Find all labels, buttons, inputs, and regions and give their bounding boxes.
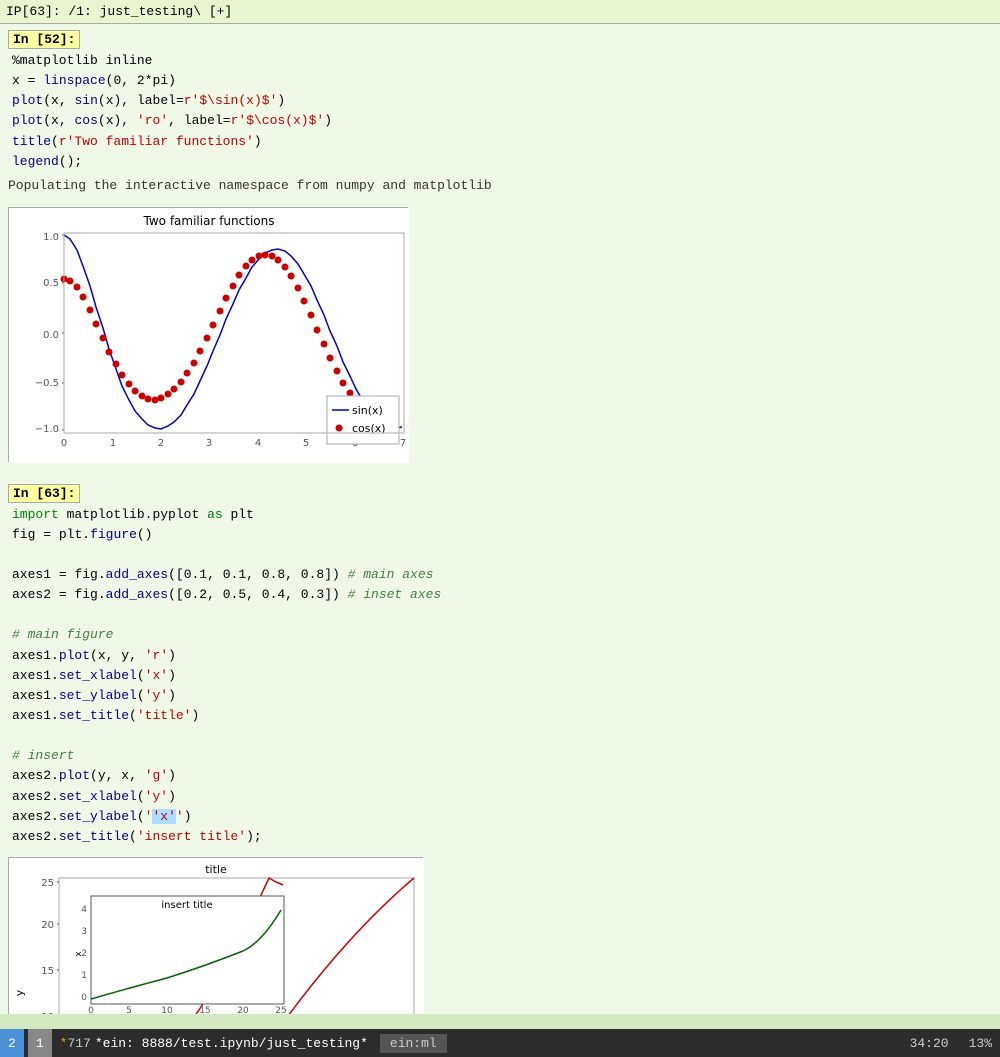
svg-text:10: 10 <box>41 1012 54 1014</box>
svg-text:−1.0: −1.0 <box>35 424 59 435</box>
svg-text:insert title: insert title <box>161 900 212 911</box>
svg-text:25: 25 <box>41 878 54 889</box>
plot-1: Two familiar functions 0.0 0.5 −0.5 1.0 <box>8 207 408 462</box>
svg-text:5: 5 <box>126 1006 132 1014</box>
code-line <box>12 605 992 625</box>
code-line: axes1.set_ylabel('y') <box>12 686 992 706</box>
cell-52-code[interactable]: %matplotlib inline x = linspace(0, 2*pi)… <box>0 49 1000 174</box>
svg-text:1.0: 1.0 <box>43 232 59 243</box>
code-line: # insert <box>12 746 992 766</box>
cell-52-output: Populating the interactive namespace fro… <box>0 174 1000 199</box>
svg-text:0.0: 0.0 <box>43 330 59 341</box>
code-line: axes2 = fig.add_axes([0.2, 0.5, 0.4, 0.3… <box>12 585 992 605</box>
svg-text:15: 15 <box>41 966 54 977</box>
code-line: axes1.plot(x, y, 'r') <box>12 646 992 666</box>
status-kernel: ein:ml <box>380 1034 447 1053</box>
svg-text:15: 15 <box>199 1006 210 1014</box>
code-line <box>12 545 992 565</box>
notebook: In [52]: %matplotlib inline x = linspace… <box>0 24 1000 1014</box>
svg-text:Two familiar functions: Two familiar functions <box>143 214 275 228</box>
code-line: title(r'Two familiar functions') <box>12 132 992 152</box>
status-filename: *ein: 8888/test.ipynb/just_testing* <box>95 1036 368 1051</box>
svg-text:3: 3 <box>81 927 87 937</box>
svg-text:2: 2 <box>158 438 164 449</box>
title-text: IP[63]: /1: just_testing\ [+] <box>6 4 232 19</box>
svg-text:1: 1 <box>81 971 87 981</box>
code-line: axes1 = fig.add_axes([0.1, 0.1, 0.8, 0.8… <box>12 565 992 585</box>
plot-2: title 0 5 10 15 20 25 0 <box>8 857 423 1014</box>
status-cell-num1: 2 <box>0 1029 24 1057</box>
svg-text:7: 7 <box>400 438 406 449</box>
svg-text:−0.5: −0.5 <box>35 378 59 389</box>
code-line: axes2.set_xlabel('y') <box>12 787 992 807</box>
svg-text:20: 20 <box>41 920 54 931</box>
svg-text:y: y <box>13 989 26 996</box>
svg-text:5: 5 <box>303 438 309 449</box>
code-line: plot(x, sin(x), label=r'$\sin(x)$') <box>12 91 992 111</box>
code-line <box>12 726 992 746</box>
title-bar: IP[63]: /1: just_testing\ [+] <box>0 0 1000 24</box>
code-line: %matplotlib inline <box>12 51 992 71</box>
code-line: plot(x, cos(x), 'ro', label=r'$\cos(x)$'… <box>12 111 992 131</box>
cell-63-label: In [63]: <box>8 484 80 503</box>
svg-text:20: 20 <box>237 1006 249 1014</box>
svg-text:1: 1 <box>110 438 116 449</box>
code-line: axes2.set_ylabel(''x'') <box>12 807 992 827</box>
plot-2-svg: title 0 5 10 15 20 25 0 <box>9 858 424 1014</box>
code-line: axes2.plot(y, x, 'g') <box>12 766 992 786</box>
code-line: # main figure <box>12 625 992 645</box>
status-line-count: 717 <box>67 1036 90 1051</box>
svg-text:sin(x): sin(x) <box>352 404 383 417</box>
svg-text:3: 3 <box>206 438 212 449</box>
code-line: axes1.set_title('title') <box>12 706 992 726</box>
cell-52: In [52]: %matplotlib inline x = linspace… <box>0 24 1000 472</box>
cell-63: In [63]: import matplotlib.pyplot as plt… <box>0 478 1000 1014</box>
status-bar: 2 1 * 717 *ein: 8888/test.ipynb/just_tes… <box>0 1029 1000 1057</box>
status-asterisk: * <box>60 1036 68 1051</box>
code-line: legend(); <box>12 152 992 172</box>
status-right: 34:20 13% <box>910 1036 1000 1051</box>
svg-text:x: x <box>74 951 84 957</box>
code-line: axes1.set_xlabel('x') <box>12 666 992 686</box>
svg-text:4: 4 <box>255 438 261 449</box>
code-line: x = linspace(0, 2*pi) <box>12 71 992 91</box>
svg-text:4: 4 <box>81 905 87 915</box>
svg-text:10: 10 <box>161 1006 173 1014</box>
svg-text:0.5: 0.5 <box>43 278 59 289</box>
svg-text:0: 0 <box>61 438 67 449</box>
cell-52-label: In [52]: <box>8 30 80 49</box>
svg-text:0: 0 <box>88 1006 94 1014</box>
code-line: axes2.set_title('insert title'); <box>12 827 992 847</box>
status-percent: 13% <box>969 1036 992 1051</box>
code-line: fig = plt.figure() <box>12 525 992 545</box>
svg-text:25: 25 <box>275 1006 286 1014</box>
status-position: 34:20 <box>910 1036 949 1051</box>
status-cell-num2: 1 <box>28 1029 52 1057</box>
svg-text:0: 0 <box>81 993 87 1003</box>
svg-text:title: title <box>205 863 227 876</box>
cell-63-code[interactable]: import matplotlib.pyplot as plt fig = pl… <box>0 503 1000 849</box>
plot-1-svg: Two familiar functions 0.0 0.5 −0.5 1.0 <box>9 208 409 463</box>
code-line: import matplotlib.pyplot as plt <box>12 505 992 525</box>
